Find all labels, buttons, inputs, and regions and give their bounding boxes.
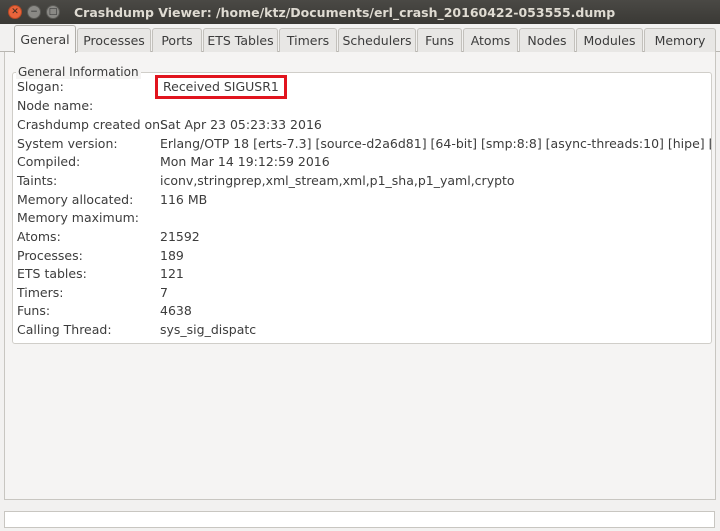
info-row-atoms: Atoms: 21592 <box>17 228 711 246</box>
info-value: 7 <box>160 285 168 300</box>
info-row-memory-maximum: Memory maximum: <box>17 209 711 227</box>
info-value: 116 MB <box>160 192 208 207</box>
info-label: ETS tables: <box>17 266 87 281</box>
general-panel: General Information Slogan: Received SIG… <box>4 52 716 500</box>
tab-funs[interactable]: Funs <box>417 28 462 52</box>
tab-processes[interactable]: Processes <box>77 28 151 52</box>
window-title: Crashdump Viewer: /home/ktz/Documents/er… <box>74 4 616 20</box>
info-label: Memory maximum: <box>17 210 140 225</box>
info-label: Processes: <box>17 248 83 263</box>
info-row-funs: Funs: 4638 <box>17 302 711 320</box>
info-label: Compiled: <box>17 154 81 169</box>
info-label: Memory allocated: <box>17 192 134 207</box>
tab-schedulers[interactable]: Schedulers <box>338 28 416 52</box>
info-label: Calling Thread: <box>17 322 112 337</box>
info-value: iconv,stringprep,xml_stream,xml,p1_sha,p… <box>160 173 515 188</box>
slogan-value-highlighted: Received SIGUSR1 <box>155 75 287 99</box>
tab-modules[interactable]: Modules <box>576 28 643 52</box>
tab-bar: General Processes Ports ETS Tables Timer… <box>0 24 720 53</box>
info-row-calling-thread: Calling Thread: sys_sig_dispatc <box>17 321 711 339</box>
info-row-system-version: System version: Erlang/OTP 18 [erts-7.3]… <box>17 135 711 153</box>
info-row-compiled: Compiled: Mon Mar 14 19:12:59 2016 <box>17 153 711 171</box>
minimize-icon[interactable]: − <box>27 5 41 19</box>
info-value: 121 <box>160 266 184 281</box>
info-row-slogan: Slogan: Received SIGUSR1 <box>17 75 711 99</box>
maximize-icon[interactable]: □ <box>46 5 60 19</box>
tab-timers[interactable]: Timers <box>279 28 337 52</box>
info-row-taints: Taints: iconv,stringprep,xml_stream,xml,… <box>17 172 711 190</box>
group-title: General Information <box>16 65 141 79</box>
tab-nodes[interactable]: Nodes <box>519 28 575 52</box>
info-row-ets-tables: ETS tables: 121 <box>17 265 711 283</box>
info-label: Timers: <box>17 285 64 300</box>
info-row-node-name: Node name: <box>17 97 711 115</box>
info-value: 189 <box>160 248 184 263</box>
info-value: 21592 <box>160 229 200 244</box>
info-value: Sat Apr 23 05:23:33 2016 <box>160 117 322 132</box>
close-icon[interactable]: ✕ <box>8 5 22 19</box>
info-row-processes: Processes: 189 <box>17 247 711 265</box>
info-row-timers: Timers: 7 <box>17 284 711 302</box>
info-value: Erlang/OTP 18 [erts-7.3] [source-d2a6d81… <box>160 136 711 151</box>
general-information-group: General Information Slogan: Received SIG… <box>12 65 712 344</box>
info-row-created-on: Crashdump created on: Sat Apr 23 05:23:3… <box>17 116 711 134</box>
info-label: Funs: <box>17 303 51 318</box>
tab-ports[interactable]: Ports <box>152 28 202 52</box>
info-value: sys_sig_dispatc <box>160 322 257 337</box>
tab-ets-tables[interactable]: ETS Tables <box>203 28 278 52</box>
info-value: 4638 <box>160 303 192 318</box>
info-label: Atoms: <box>17 229 61 244</box>
info-label: Slogan: <box>17 79 64 94</box>
title-bar: ✕ − □ Crashdump Viewer: /home/ktz/Docume… <box>0 0 720 24</box>
tab-general[interactable]: General <box>14 25 76 53</box>
info-value: Mon Mar 14 19:12:59 2016 <box>160 154 330 169</box>
info-label: System version: <box>17 136 118 151</box>
info-label: Taints: <box>17 173 58 188</box>
info-row-memory-allocated: Memory allocated: 116 MB <box>17 191 711 209</box>
status-bar <box>4 511 715 528</box>
tab-atoms[interactable]: Atoms <box>463 28 518 52</box>
tab-memory[interactable]: Memory <box>644 28 716 52</box>
info-label: Crashdump created on: <box>17 117 165 132</box>
info-label: Node name: <box>17 98 94 113</box>
